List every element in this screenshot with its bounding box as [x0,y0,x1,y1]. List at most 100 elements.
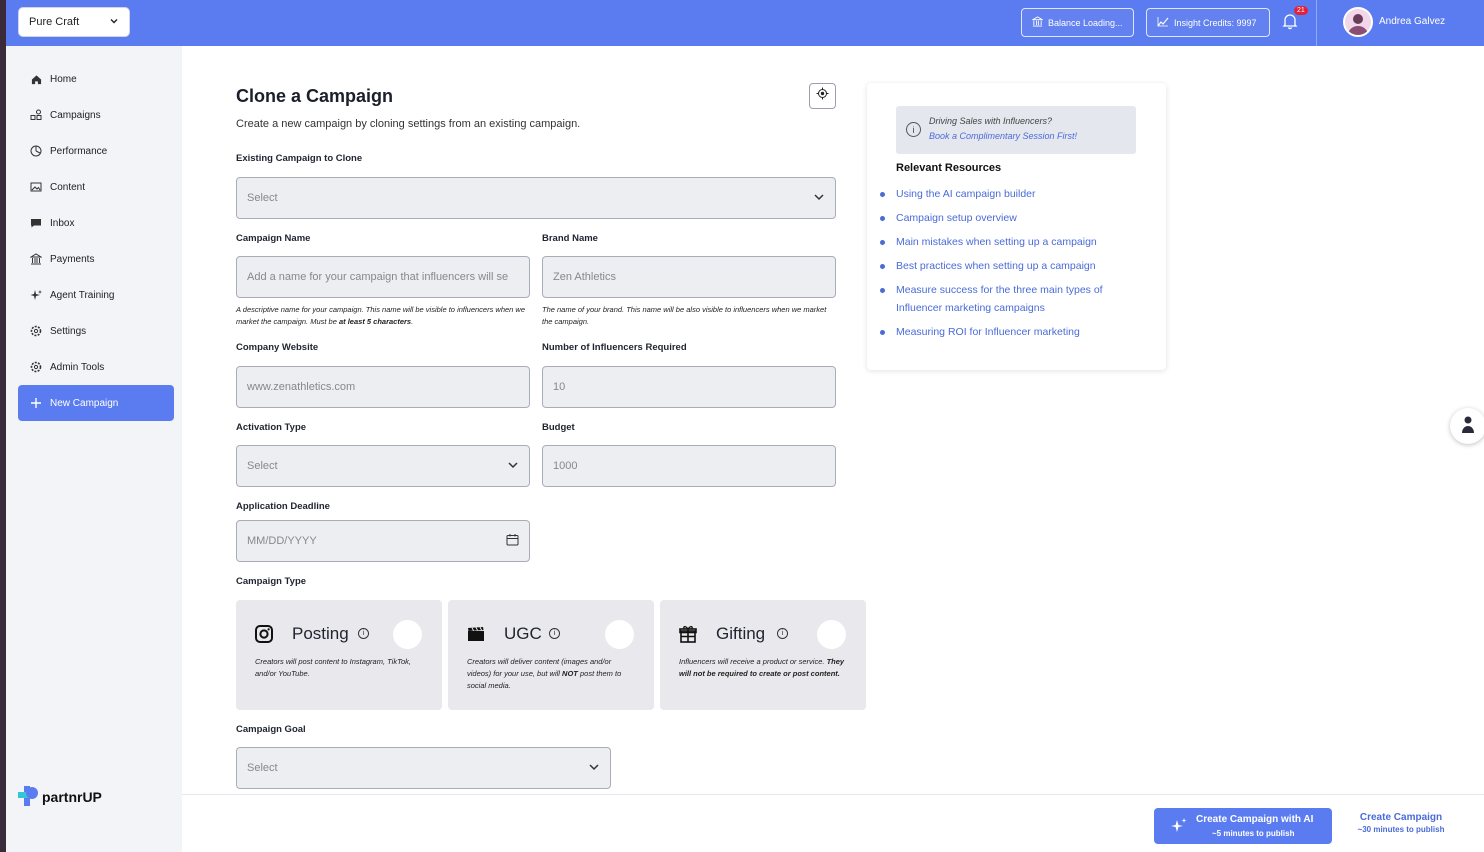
calendar-icon[interactable] [506,533,519,549]
chevron-down-icon [813,192,825,205]
campaigns-icon [30,109,42,121]
deadline-label: Application Deadline [236,501,330,512]
campaign-type-title: Gifting [716,624,766,643]
radio-button[interactable] [605,620,634,649]
sidebar-item-label: Payments [50,253,95,265]
resource-link[interactable]: Measuring ROI for Influencer marketing [880,323,1146,341]
promo-banner[interactable]: i Driving Sales with Influencers? Book a… [896,106,1136,154]
sidebar-item-label: Home [50,73,77,85]
create-campaign-button[interactable]: Create Campaign ~30 minutes to publish [1350,812,1452,834]
info-icon[interactable]: i [777,628,788,639]
sidebar-item-settings[interactable]: Settings [18,313,174,349]
sidebar-item-admin-tools[interactable]: Admin Tools [18,349,174,385]
sidebar-item-new-campaign[interactable]: New Campaign [18,385,174,421]
influencers-input[interactable]: 10 [542,366,836,408]
page-subtitle: Create a new campaign by cloning setting… [236,118,581,130]
campaign-name-placeholder: Add a name for your campaign that influe… [247,271,509,283]
bank-icon [30,253,42,265]
campaign-type-label: Campaign Type [236,576,307,587]
logo-mark-icon [18,786,38,808]
sparkle-icon [1170,817,1188,838]
sidebar-item-campaigns[interactable]: Campaigns [18,97,174,133]
sidebar-item-label: New Campaign [50,397,119,409]
help-chat-button[interactable] [1450,408,1484,444]
promo-title: Driving Sales with Influencers? [929,116,1053,126]
resource-link[interactable]: Using the AI campaign builder [880,185,1146,203]
campaign-goal-value: Select [247,762,278,774]
sidebar-item-inbox[interactable]: Inbox [18,205,174,241]
create-campaign-ai-button[interactable]: Create Campaign with AI ~5 minutes to pu… [1154,808,1332,844]
activation-type-select[interactable]: Select [236,445,530,487]
budget-input[interactable]: 1000 [542,445,836,487]
budget-label: Budget [542,422,575,433]
campaign-type-ugc[interactable]: UGC i Creators will deliver content (ima… [448,600,654,710]
radio-button[interactable] [817,620,846,649]
bottom-action-bar: Create Campaign with AI ~5 minutes to pu… [182,794,1484,852]
avatar[interactable] [1343,7,1373,37]
resources-panel: i Driving Sales with Influencers? Book a… [867,83,1166,370]
website-label: Company Website [236,342,319,353]
campaign-type-gifting[interactable]: Gifting i Influencers will receive a pro… [660,600,866,710]
chevron-down-icon [109,16,119,29]
admin-gear-icon [30,361,42,373]
brand-selector-label: Pure Craft [29,16,80,28]
info-icon[interactable]: i [549,628,560,639]
sparkle-icon [30,289,42,301]
campaign-name-hint: A descriptive name for your campaign. Th… [236,305,526,326]
target-button[interactable] [809,83,836,109]
deadline-placeholder: MM/DD/YYYY [247,535,317,547]
info-icon[interactable]: i [358,628,369,639]
budget-placeholder: 1000 [553,460,578,472]
performance-icon [30,145,42,157]
bell-icon[interactable] [1282,12,1298,35]
sidebar-item-label: Inbox [50,217,75,229]
top-bar: Pure Craft Balance Loading... Insight Cr… [6,0,1484,46]
gear-icon [30,325,42,337]
chart-icon [1157,16,1169,29]
instagram-icon [254,624,274,644]
brand-name-hint: The name of your brand. This name will b… [542,305,827,326]
campaign-name-input[interactable]: Add a name for your campaign that influe… [236,256,530,298]
promo-link[interactable]: Book a Complimentary Session First! [929,131,1077,141]
sidebar-item-label: Content [50,181,86,193]
resource-link[interactable]: Best practices when setting up a campaig… [880,257,1146,275]
campaign-name-label: Campaign Name [236,233,311,244]
website-placeholder: www.zenathletics.com [247,381,356,393]
campaign-type-description: Creators will post content to Instagram,… [255,657,411,678]
balance-button[interactable]: Balance Loading... [1021,8,1134,37]
brand-name-input[interactable]: Zen Athletics [542,256,836,298]
info-icon: i [906,122,921,137]
chevron-down-icon [588,762,600,775]
campaign-type-title: Posting [292,624,349,643]
campaign-type-title: UGC [504,624,542,643]
user-name[interactable]: Andrea Galvez [1379,16,1445,27]
existing-campaign-select[interactable]: Select [236,177,836,219]
campaign-goal-select[interactable]: Select [236,747,611,789]
deadline-input[interactable]: MM/DD/YYYY [236,520,530,562]
sidebar-item-content[interactable]: Content [18,169,174,205]
sidebar-item-agent-training[interactable]: Agent Training [18,277,174,313]
assistant-avatar-icon [1460,415,1476,438]
radio-button[interactable] [393,620,422,649]
chat-icon [30,217,42,229]
resource-link[interactable]: Campaign setup overview [880,209,1146,227]
sidebar-item-home[interactable]: Home [18,61,174,97]
sidebar-item-label: Admin Tools [50,361,105,373]
campaign-goal-label: Campaign Goal [236,724,306,735]
sidebar-item-performance[interactable]: Performance [18,133,174,169]
ai-button-label: Create Campaign with AI [1196,814,1314,825]
sidebar-item-label: Performance [50,145,108,157]
campaign-type-posting[interactable]: Posting i Creators will post content to … [236,600,442,710]
resource-link[interactable]: Main mistakes when setting up a campaign [880,233,1146,251]
sidebar-item-label: Campaigns [50,109,101,121]
chevron-down-icon [507,460,519,473]
website-input[interactable]: www.zenathletics.com [236,366,530,408]
resource-link[interactable]: Measure success for the three main types… [880,281,1146,317]
brand-selector[interactable]: Pure Craft [18,7,130,37]
sidebar-item-payments[interactable]: Payments [18,241,174,277]
image-icon [30,181,42,193]
insight-credits-button[interactable]: Insight Credits: 9997 [1146,8,1270,37]
brand-name-label: Brand Name [542,233,598,244]
campaign-type-description: Creators will deliver content (images an… [467,657,622,690]
logo: partnrUP [18,786,102,808]
